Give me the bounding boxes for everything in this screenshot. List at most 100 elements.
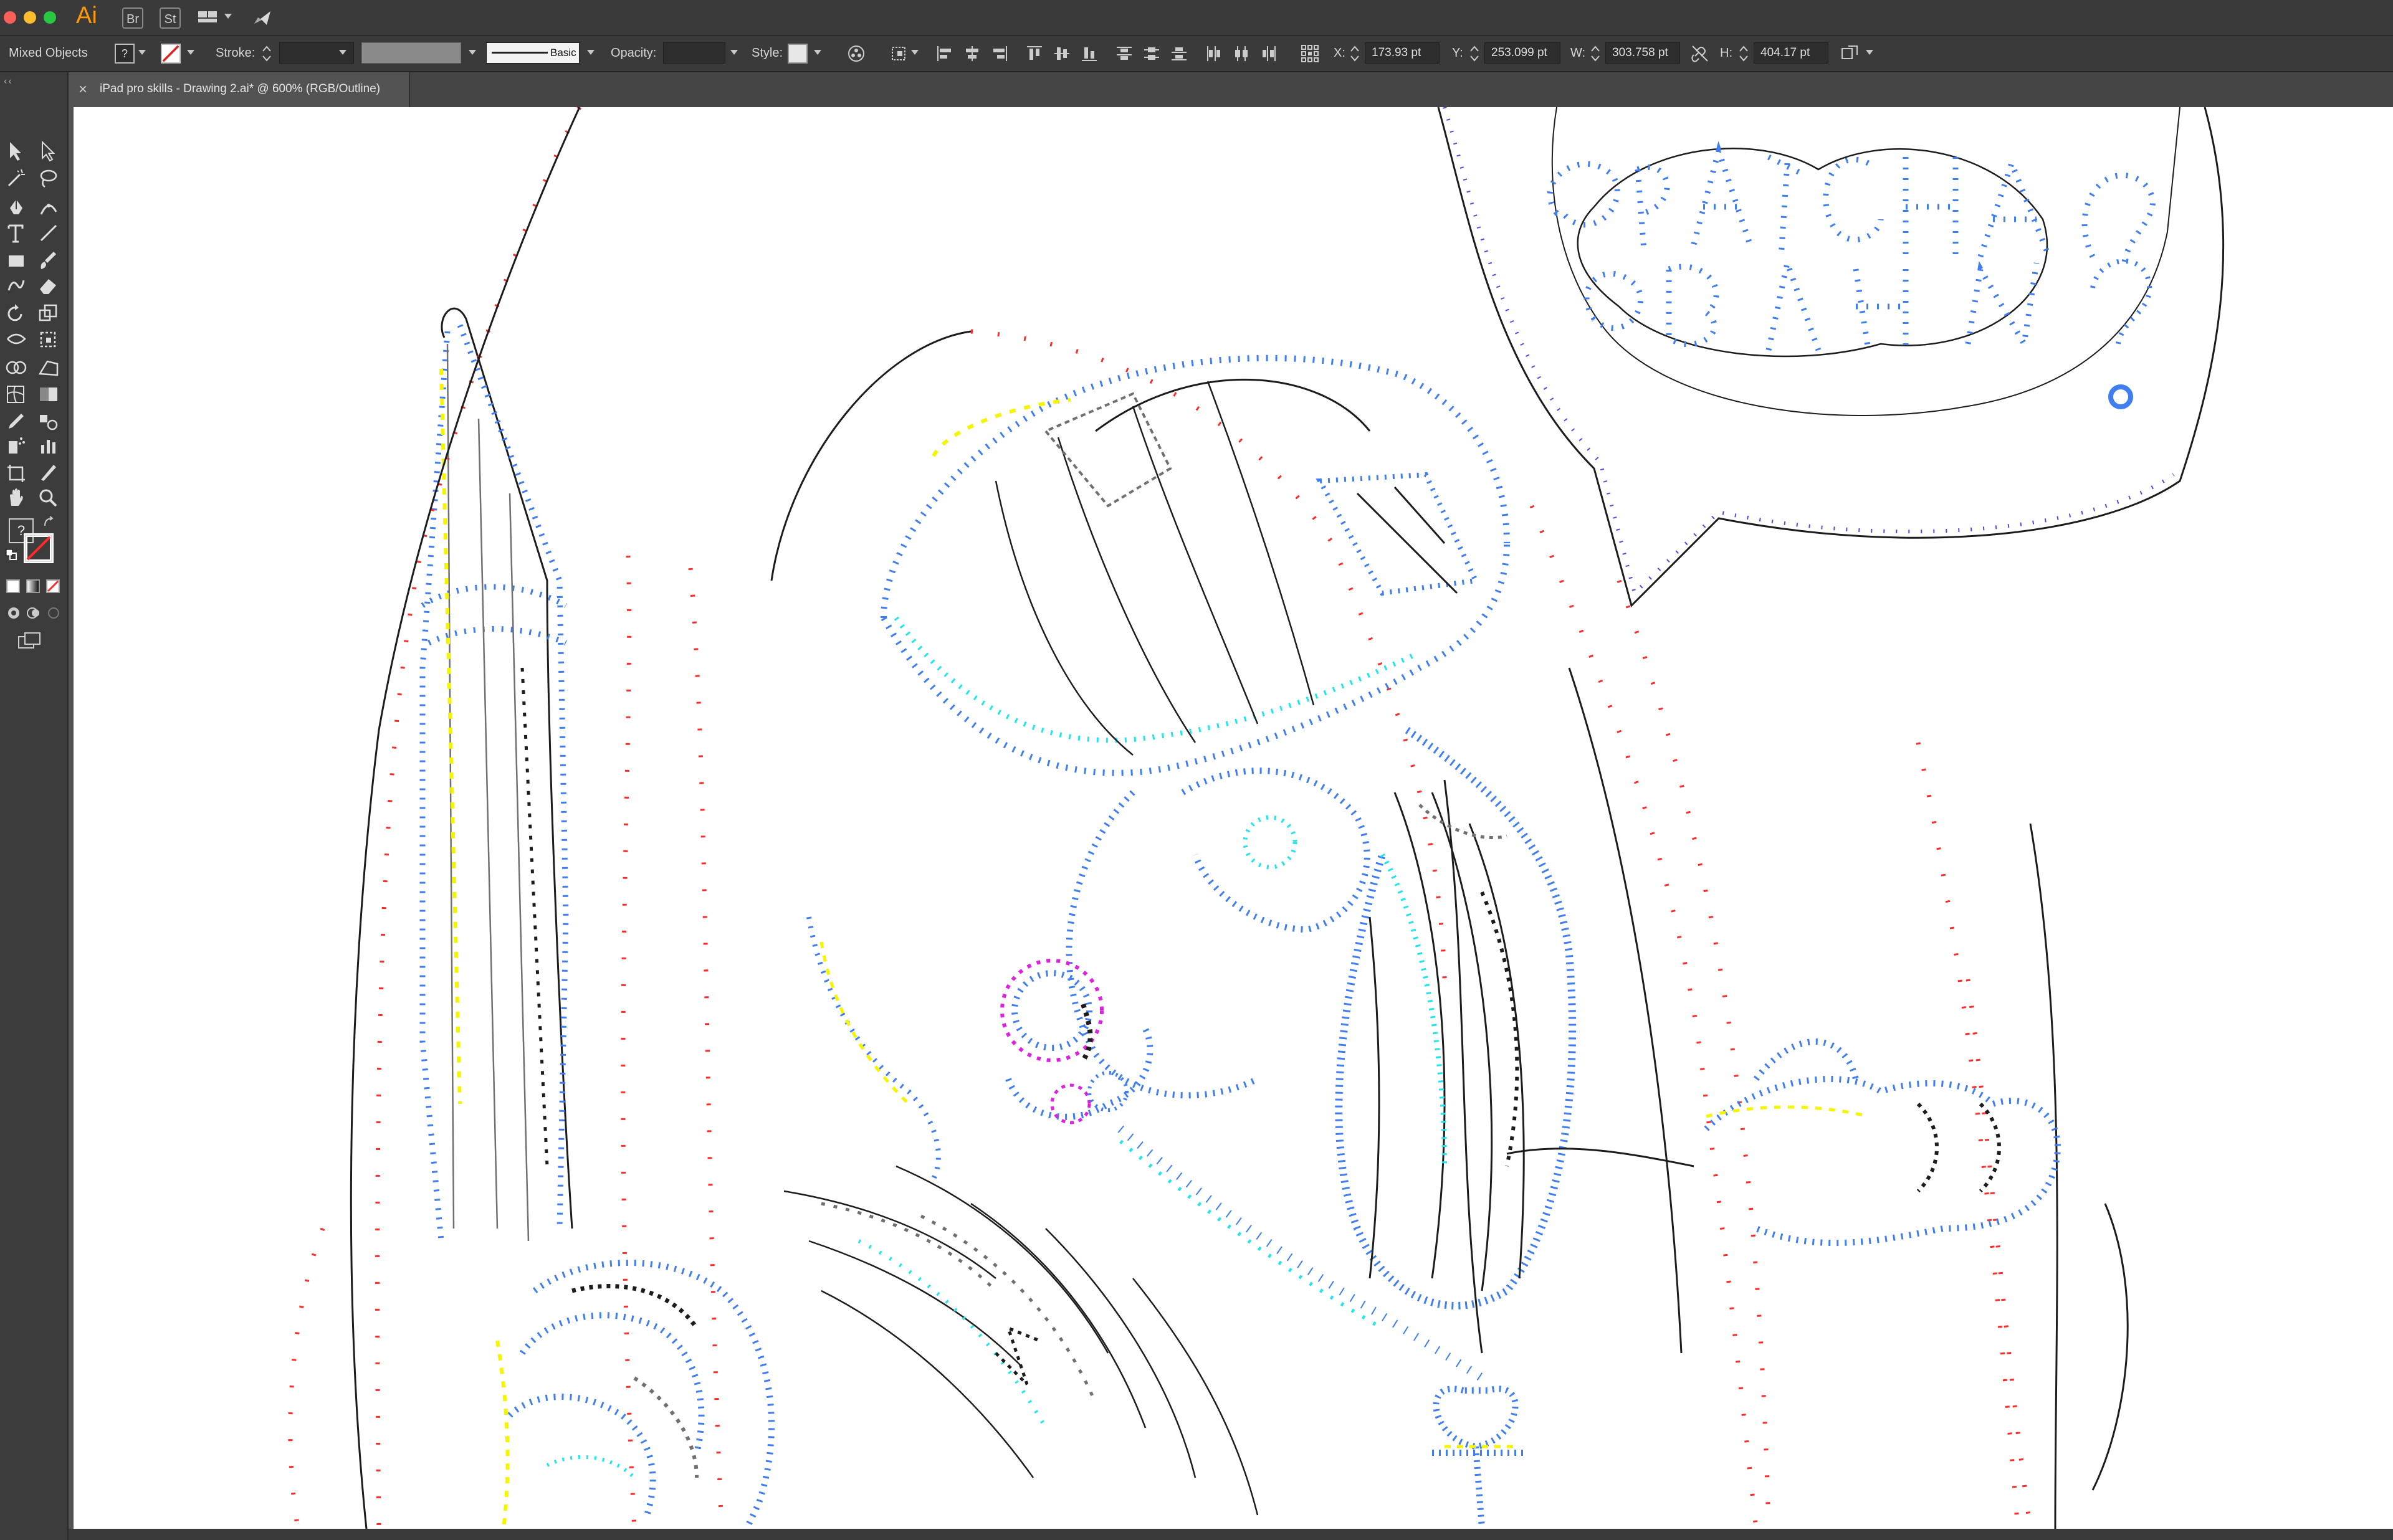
close-window-button[interactable]: [4, 11, 16, 24]
horizontal-align-left-icon[interactable]: [935, 44, 955, 64]
panel-grip-icon[interactable]: ‹‹: [4, 76, 13, 87]
h-stepper-icon[interactable]: [1737, 44, 1750, 64]
bridge-button[interactable]: Br: [122, 7, 143, 29]
hand-icon[interactable]: [2, 485, 30, 510]
free-transform-icon[interactable]: [35, 326, 62, 351]
graph-icon[interactable]: [35, 432, 62, 457]
opacity-input[interactable]: [663, 42, 725, 64]
artboard[interactable]: [74, 107, 2393, 1529]
y-position-input[interactable]: 253.099 pt: [1484, 42, 1560, 64]
shape-builder-icon[interactable]: [2, 355, 30, 380]
artboard-icon[interactable]: [2, 460, 30, 485]
pencil-outline[interactable]: [419, 307, 573, 1242]
fill-stroke-widget[interactable]: ?: [5, 516, 61, 563]
control-bar-menu-chevron-down-icon[interactable]: [1866, 50, 1873, 55]
swap-fill-stroke-icon[interactable]: [42, 516, 55, 528]
mesh-icon[interactable]: [2, 381, 30, 406]
gradient-mode-button[interactable]: [26, 579, 40, 593]
speech-bubble-lettering[interactable]: [1547, 141, 2156, 353]
transform-reference-point-icon[interactable]: [1300, 44, 1320, 64]
symbol-sprayer-icon[interactable]: [2, 432, 30, 457]
cap-outline[interactable]: [881, 354, 1510, 776]
gradient-icon[interactable]: [35, 381, 62, 406]
left-hand-outline[interactable]: [495, 1260, 775, 1529]
stroke-weight-chevron-down-icon[interactable]: [339, 50, 346, 55]
paintbrush-icon[interactable]: [35, 248, 62, 273]
line-tool-icon[interactable]: [35, 221, 62, 245]
height-input[interactable]: 404.17 pt: [1754, 42, 1828, 64]
opacity-chevron-down-icon[interactable]: [730, 50, 738, 55]
vertical-align-top-icon[interactable]: [1025, 44, 1044, 64]
zoom-icon[interactable]: [35, 485, 62, 510]
red-background-strokes[interactable]: [288, 107, 2033, 1529]
lasso-icon[interactable]: [35, 166, 62, 191]
magic-wand-icon[interactable]: [2, 166, 30, 191]
horizontal-align-center-icon[interactable]: [962, 44, 982, 64]
y-stepper-icon[interactable]: [1468, 44, 1481, 64]
x-position-input[interactable]: 173.93 pt: [1365, 42, 1440, 64]
draw-normal-icon[interactable]: [6, 606, 21, 620]
transform-options-icon[interactable]: [1840, 44, 1860, 64]
graphic-style-chevron-down-icon[interactable]: [814, 50, 821, 55]
stroke-swatch-chevron-down-icon[interactable]: [187, 50, 194, 55]
none-mode-button[interactable]: [46, 579, 60, 593]
change-screen-mode-icon[interactable]: [16, 630, 44, 652]
fill-chevron-down-icon[interactable]: [138, 50, 146, 55]
brush-definition-dropdown[interactable]: Basic: [486, 42, 580, 64]
scale-icon[interactable]: [35, 300, 62, 325]
draw-behind-icon[interactable]: [26, 606, 41, 620]
minimize-window-button[interactable]: [24, 11, 36, 24]
stroke-weight-stepper-icon[interactable]: [260, 44, 273, 64]
vertical-align-center-icon[interactable]: [1052, 44, 1072, 64]
eyedropper-icon[interactable]: [2, 409, 30, 434]
face-outline[interactable]: [1066, 727, 1577, 1309]
variable-width-profile-dropdown[interactable]: [361, 42, 461, 64]
document-tab[interactable]: × iPad pro skills - Drawing 2.ai* @ 600%…: [69, 72, 410, 107]
direct-selection-tool-icon[interactable]: [35, 138, 62, 163]
slice-icon[interactable]: [35, 460, 62, 485]
outline-artwork[interactable]: [74, 107, 2393, 1529]
align-to-chevron-down-icon[interactable]: [911, 50, 919, 55]
ankh-pendant-outline[interactable]: [1432, 1386, 1526, 1528]
rectangle-tool-icon[interactable]: [2, 248, 30, 273]
vertical-distribute-center-icon[interactable]: [1142, 44, 1162, 64]
x-stepper-icon[interactable]: [1349, 44, 1361, 64]
stroke-box[interactable]: [24, 533, 54, 563]
align-to-selection-icon[interactable]: [890, 44, 910, 64]
color-mode-button[interactable]: [6, 579, 20, 593]
selection-tool-icon[interactable]: [2, 138, 30, 163]
rotate-icon[interactable]: [2, 300, 30, 325]
curvature-icon[interactable]: [35, 196, 62, 221]
close-tab-icon[interactable]: ×: [79, 81, 87, 98]
w-stepper-icon[interactable]: [1589, 44, 1602, 64]
shaper-icon[interactable]: [2, 273, 30, 298]
right-hand-outline[interactable]: [1506, 1039, 2061, 1247]
brush-chevron-down-icon[interactable]: [587, 50, 595, 55]
question-mark[interactable]: [2090, 259, 2152, 409]
stock-button[interactable]: St: [160, 7, 181, 29]
earring-outline[interactable]: [1000, 959, 1154, 1124]
fill-swatch[interactable]: ?: [115, 44, 135, 64]
horizontal-align-right-icon[interactable]: [990, 44, 1010, 64]
blend-icon[interactable]: [35, 409, 62, 434]
vertical-distribute-bottom-icon[interactable]: [1169, 44, 1189, 64]
pen-tool-icon[interactable]: [2, 196, 30, 221]
speech-bubble-outline[interactable]: [1437, 107, 2225, 607]
chain-necklace-outline[interactable]: [1117, 1125, 1484, 1382]
horizontal-distribute-right-icon[interactable]: [1259, 44, 1279, 64]
horizontal-distribute-left-icon[interactable]: [1204, 44, 1224, 64]
horizontal-distribute-center-icon[interactable]: [1231, 44, 1251, 64]
stroke-swatch[interactable]: [161, 44, 181, 64]
vertical-align-bottom-icon[interactable]: [1079, 44, 1099, 64]
perspective-icon[interactable]: [35, 355, 62, 380]
type-tool-icon[interactable]: [2, 221, 30, 245]
canvas-area[interactable]: [69, 107, 2393, 1540]
graphic-style-swatch[interactable]: [788, 44, 808, 64]
vertical-distribute-top-icon[interactable]: [1114, 44, 1134, 64]
recolor-artwork-icon[interactable]: [846, 44, 866, 64]
gpu-performance-rocket-icon[interactable]: [252, 9, 274, 26]
width-icon[interactable]: [2, 326, 30, 351]
draw-inside-icon[interactable]: [46, 606, 61, 620]
eraser-icon[interactable]: [35, 273, 62, 298]
constrain-proportions-link-icon[interactable]: [1690, 44, 1710, 64]
